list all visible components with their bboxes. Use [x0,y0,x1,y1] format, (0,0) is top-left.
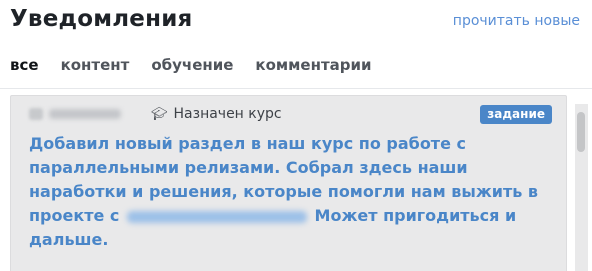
notification-card[interactable]: 🎓︎ Назначен курс задание Добавил новый р… [10,95,567,271]
author-name-redacted [49,109,121,119]
notifications-header: Уведомления прочитать новые [0,0,592,46]
avatar [29,108,43,120]
tabs-divider [0,88,592,89]
mark-read-link[interactable]: прочитать новые [453,13,580,29]
notification-text[interactable]: Добавил новый раздел в наш курс по работ… [29,132,549,252]
scrollbar-thumb[interactable] [577,112,585,152]
page-title: Уведомления [10,6,193,32]
graduation-cap-icon: 🎓︎ [151,106,168,122]
tab-all[interactable]: все [10,56,39,82]
notification-meta: 🎓︎ Назначен курс [29,104,282,124]
tab-learning[interactable]: обучение [151,56,233,82]
tab-comments[interactable]: комментарии [255,56,371,82]
event-type-label: Назначен курс [173,106,282,122]
project-name-redacted [126,210,307,223]
status-badge: задание [480,105,552,124]
tab-bar: все контент обучение комментарии [10,56,372,82]
tab-content[interactable]: контент [61,56,130,82]
